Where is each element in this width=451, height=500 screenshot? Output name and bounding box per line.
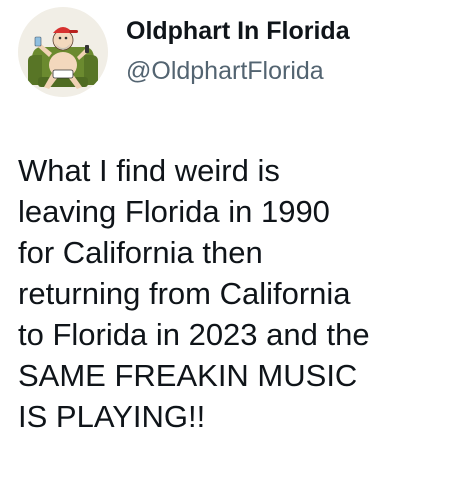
tweet-text-line: leaving Florida in 1990 bbox=[18, 194, 330, 229]
tweet-text-line: returning from California bbox=[18, 276, 351, 311]
tweet-text-line: SAME FREAKIN MUSIC bbox=[18, 358, 358, 393]
cartoon-old-man-icon bbox=[18, 7, 108, 97]
author-handle[interactable]: @OldphartFlorida bbox=[126, 56, 324, 86]
tweet-text-line: to Florida in 2023 and the bbox=[18, 317, 370, 352]
profile-avatar-icon[interactable] bbox=[18, 7, 108, 97]
tweet-text-line: IS PLAYING!! bbox=[18, 399, 206, 434]
tweet-text-line: What I find weird is bbox=[18, 153, 280, 188]
author-display-name[interactable]: Oldphart In Florida bbox=[126, 16, 350, 46]
tweet-text: What I find weird is leaving Florida in … bbox=[18, 150, 438, 437]
tweet-card: Oldphart In Florida @OldphartFlorida Wha… bbox=[0, 0, 451, 500]
tweet-text-line: for California then bbox=[18, 235, 263, 270]
